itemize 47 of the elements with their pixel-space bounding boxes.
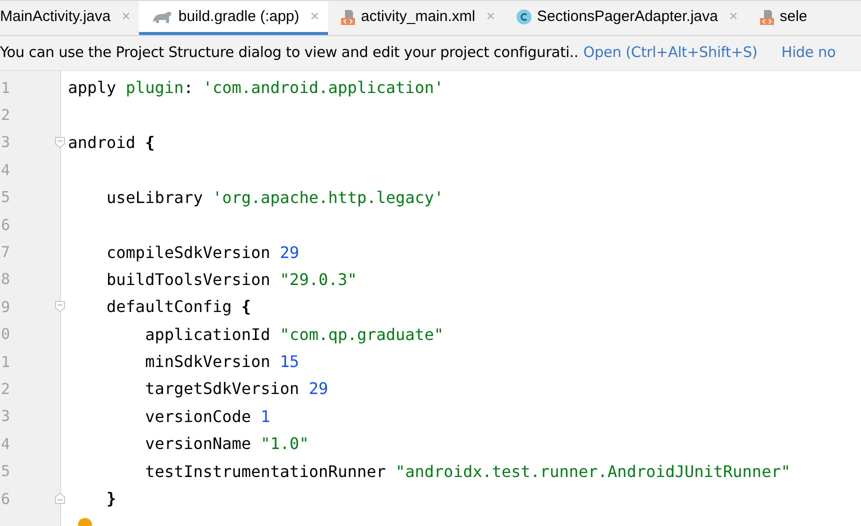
line-number: 5 (0, 188, 12, 206)
close-icon[interactable]: × (728, 8, 738, 25)
line-number: 8 (0, 270, 12, 288)
notification-link[interactable]: Open (Ctrl+Alt+Shift+S) (583, 45, 758, 61)
editor-tab[interactable]: MainActivity.java × (0, 1, 140, 35)
notification-link[interactable]: Hide no (781, 45, 836, 61)
line-number: 7 (0, 243, 12, 262)
xml-file-icon (758, 8, 775, 24)
code-line: compileSdkVersion 29 (106, 242, 300, 262)
fold-marker-icon (54, 136, 66, 149)
editor-tab[interactable]: activity_main.xml × (328, 1, 504, 35)
editor-tab[interactable]: build.gradle (:app) × (139, 1, 328, 35)
line-number: 0 (0, 325, 12, 344)
line-number: 1 (0, 352, 12, 371)
code-line: defaultConfig { (106, 297, 252, 316)
class-icon (516, 8, 532, 24)
line-number: 9 (0, 298, 12, 316)
code-line: android { (68, 132, 155, 152)
close-icon[interactable]: × (122, 8, 130, 25)
line-number: 2 (0, 380, 12, 398)
fold-marker-icon (54, 492, 66, 506)
fold-marker-icon (54, 300, 66, 314)
editor-tab[interactable]: SectionsPagerAdapter.java × (504, 1, 747, 35)
line-number: 2 (0, 106, 12, 124)
code-line: apply plugin: 'com.android.application' (68, 78, 444, 98)
line-number: 4 (0, 434, 12, 453)
line-number: 5 (0, 462, 12, 480)
code-line: minSdkVersion 15 (144, 352, 300, 372)
line-number: 4 (0, 160, 12, 179)
line-number: 6 (0, 490, 12, 508)
editor-tab[interactable]: sele (746, 1, 816, 35)
code-line: } (106, 489, 116, 508)
code-line: testInstrumentationRunner "androidx.test.runner.AndroidJUnitRunner" (144, 462, 790, 481)
line-number: 1 (0, 78, 12, 97)
code-line: useLibrary 'org.apache.http.legacy' (106, 188, 444, 207)
code-line: targetSdkVersion 29 (144, 379, 328, 398)
line-number: 3 (0, 133, 12, 152)
code-line: applicationId "com.qp.graduate" (144, 324, 444, 344)
code-line: versionName "1.0" (144, 434, 309, 454)
xml-file-icon (340, 8, 356, 24)
notification-message: You can use the Project Structure dialog to view and edit your project configurati.. (0, 45, 578, 61)
line-number: 3 (0, 407, 12, 426)
close-icon[interactable]: × (310, 8, 320, 25)
close-icon[interactable]: × (486, 8, 496, 25)
line-number: 6 (0, 216, 12, 234)
code-line: buildToolsVersion "29.0.3" (106, 270, 357, 289)
code-line: versionCode 1 (144, 406, 270, 426)
